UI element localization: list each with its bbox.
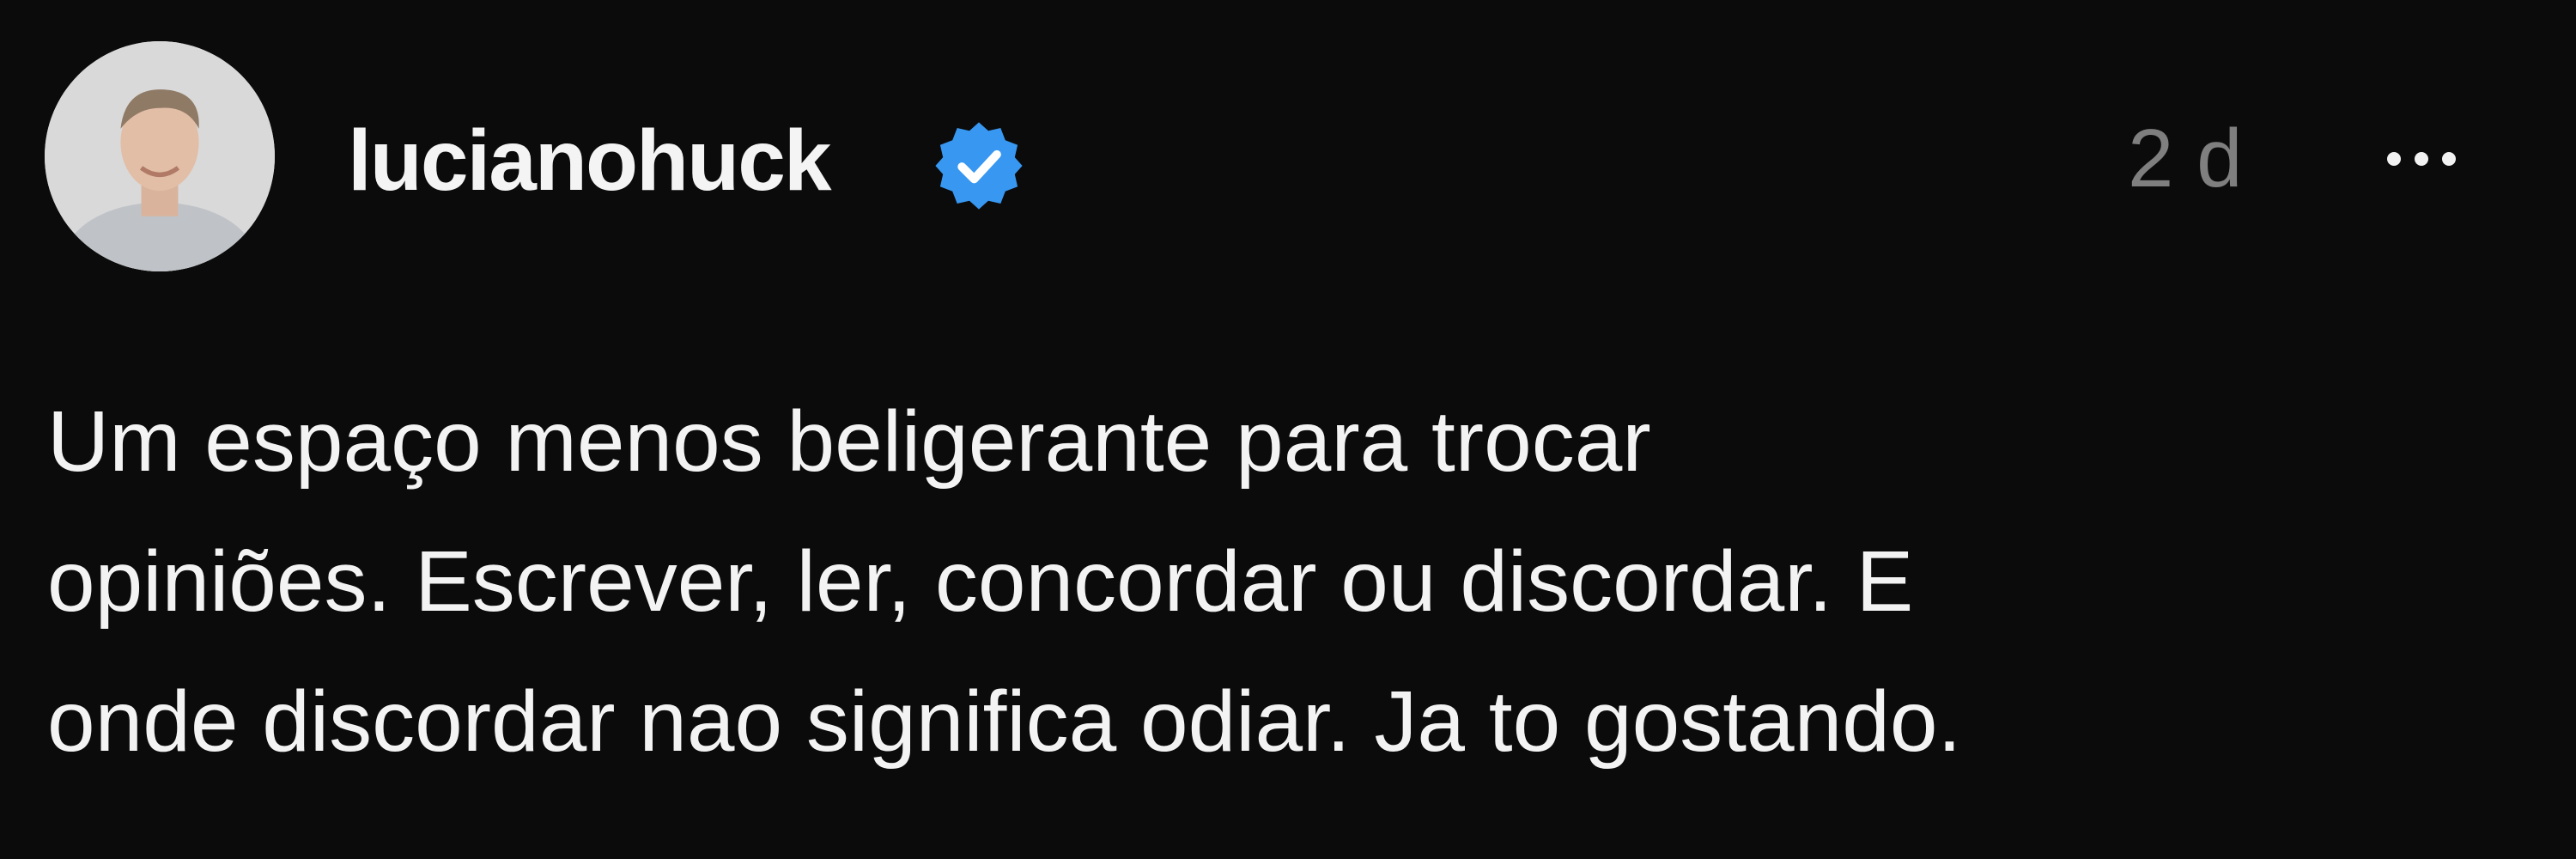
- thread-post: lucianohuck 2 d Um espaço menos beligera…: [0, 0, 2576, 859]
- more-options-button[interactable]: [2370, 120, 2473, 198]
- author-avatar[interactable]: [45, 41, 275, 271]
- profile-photo-icon: [45, 41, 275, 271]
- post-text: Um espaço menos beligerante para trocar …: [47, 372, 2503, 792]
- author-username[interactable]: lucianohuck: [348, 113, 831, 208]
- post-timestamp: 2 d: [2128, 113, 2243, 204]
- post-text-line: onde discordar nao significa odiar. Ja t…: [47, 673, 1962, 770]
- post-text-line: opiniões. Escrever, ler, concordar ou di…: [47, 533, 1914, 630]
- post-text-line: Um espaço menos beligerante para trocar: [47, 393, 1651, 490]
- ellipsis-icon: [2387, 152, 2456, 166]
- verified-badge-icon: [932, 119, 1026, 213]
